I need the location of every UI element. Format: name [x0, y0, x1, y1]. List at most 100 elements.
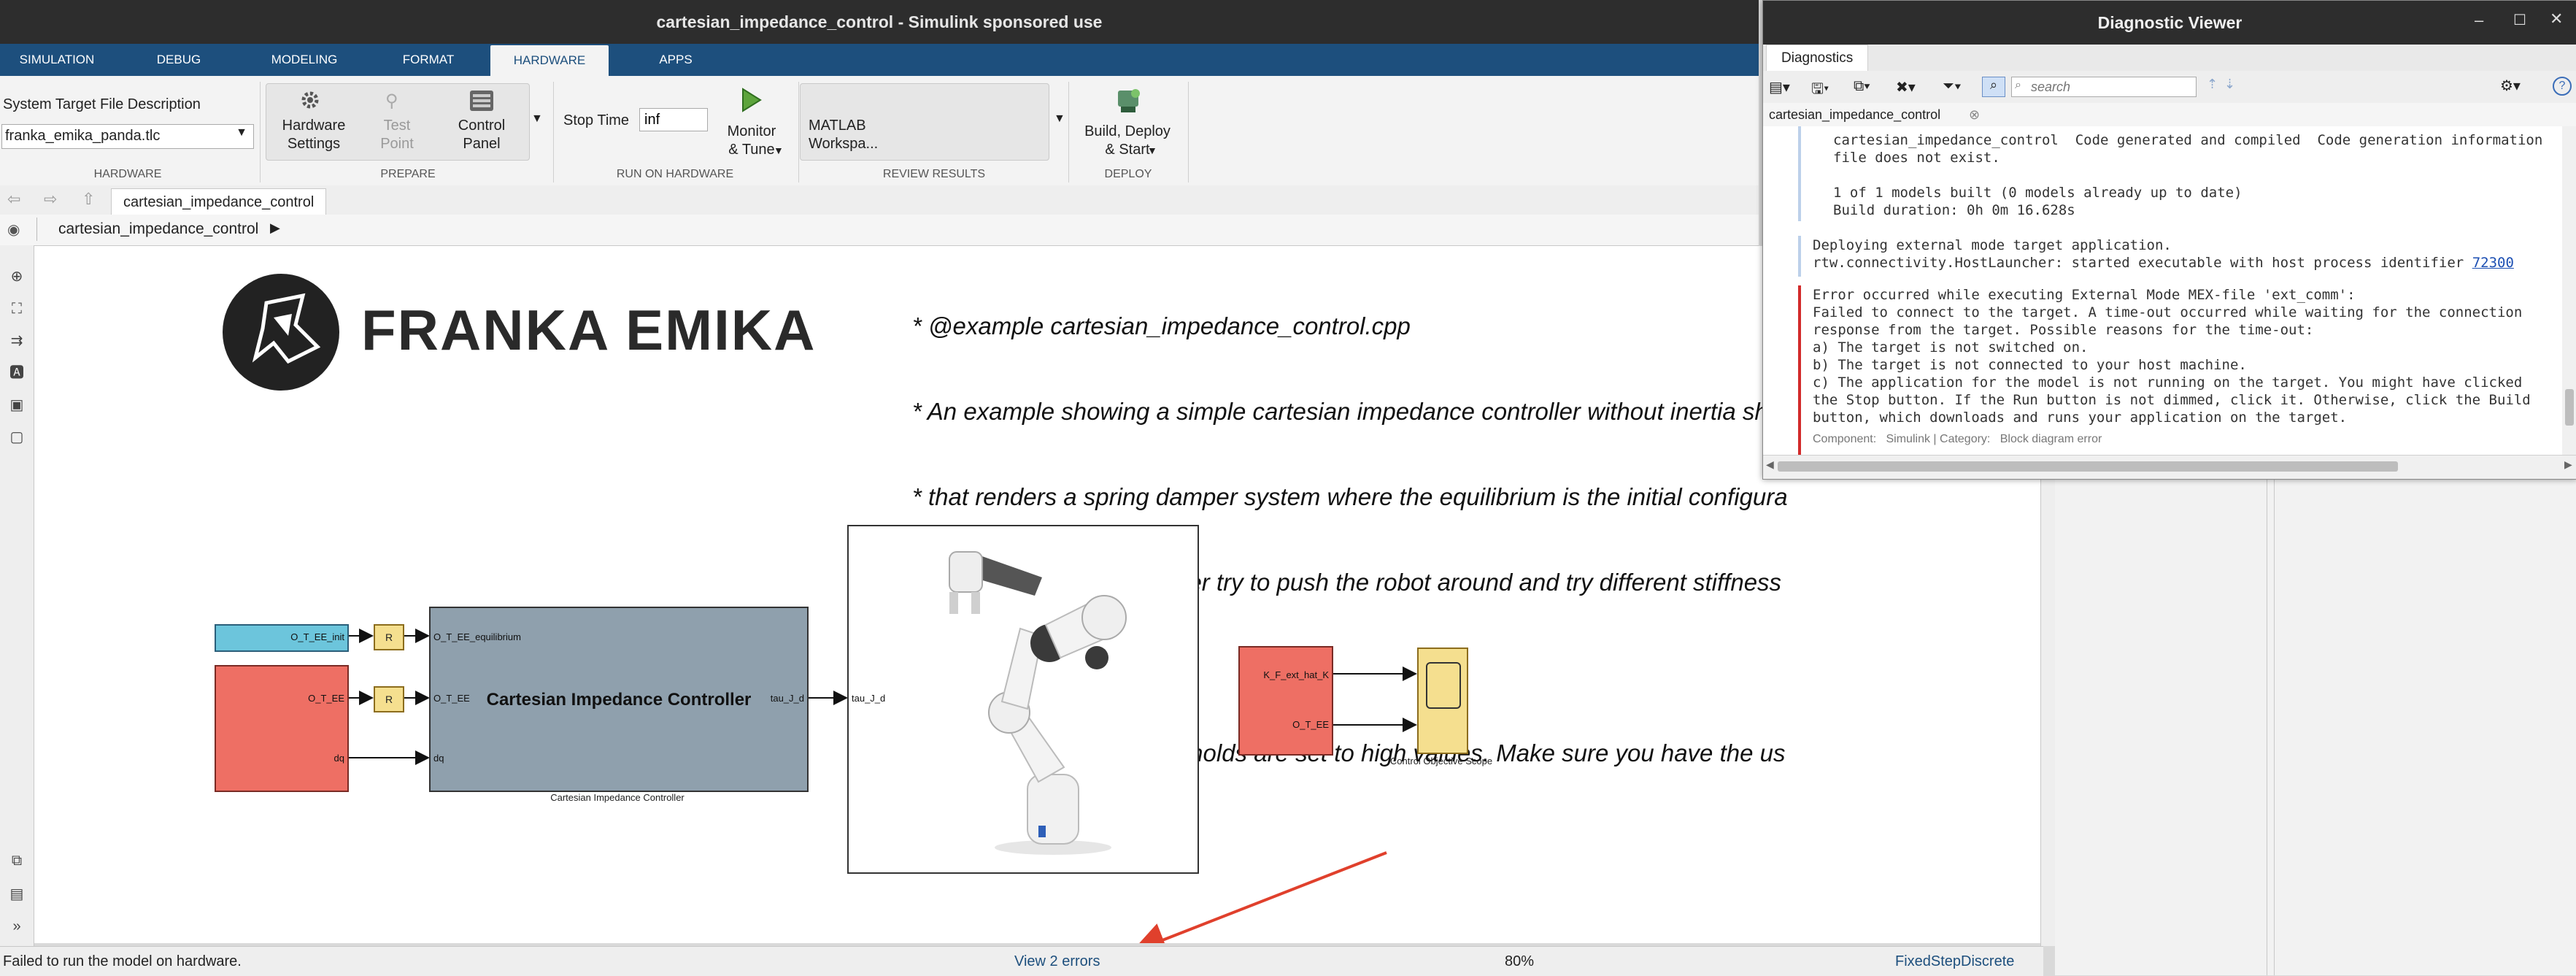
help-icon[interactable]: ?	[2553, 77, 2572, 96]
window-title: cartesian_impedance_control - Simulink s…	[0, 0, 1759, 44]
diagnostic-model-tab[interactable]: cartesian_impedance_control	[1769, 103, 1940, 126]
error-line: c) The application for the model is not …	[1813, 374, 2523, 391]
minimize-icon[interactable]: –	[2475, 11, 2483, 30]
control-panel-line1: Control	[458, 118, 506, 134]
gear-icon[interactable]: ⚙▾	[2500, 77, 2521, 95]
copy-icon[interactable]: ⧉▾	[1854, 78, 1870, 95]
scroll-right-icon[interactable]: ▶	[2564, 458, 2572, 471]
area-icon[interactable]: ▢	[7, 428, 26, 447]
monitor-run-icon	[740, 88, 762, 112]
clear-icon[interactable]: ✖▾	[1896, 78, 1916, 96]
matlab-workspace-line1: MATLAB	[809, 118, 866, 134]
rate-transition-block[interactable]: R	[374, 624, 404, 650]
test-point-icon: ⚲	[385, 91, 398, 111]
diagnostic-vscrollbar[interactable]	[2562, 126, 2576, 455]
tab-format[interactable]: FORMAT	[385, 44, 472, 76]
error-line: Failed to connect to the target. A time-…	[1813, 304, 2523, 320]
hardware-settings-button[interactable]: Hardware Settings	[270, 117, 358, 153]
error-line: b) The target is not connected to your h…	[1813, 357, 2247, 373]
tab-apps[interactable]: APPS	[639, 44, 712, 76]
robot-block[interactable]: tau_J_d	[847, 525, 1199, 874]
robot-state-block[interactable]: O_T_EE dq	[215, 665, 349, 792]
explorer-icon[interactable]: ▤	[7, 885, 26, 904]
filter-icon[interactable]: ⏷▾	[1943, 78, 1962, 95]
zoom-icon[interactable]: ⊕	[7, 267, 26, 286]
diagnostic-hscrollbar[interactable]: ◀ ▶	[1763, 455, 2576, 479]
search-box[interactable]: ⌕	[2011, 77, 2197, 97]
test-point-line2: Point	[380, 136, 414, 152]
port-label: O_T_EE	[308, 693, 344, 704]
pid-link[interactable]: 72300	[2472, 255, 2514, 271]
stf-value: franka_emika_panda.tlc	[5, 128, 161, 144]
component-line: Component: Simulink | Category: Block di…	[1813, 433, 2102, 445]
objective-block[interactable]: K_F_ext_hat_K O_T_EE	[1238, 646, 1333, 756]
scope-block[interactable]	[1417, 648, 1468, 754]
forward-icon[interactable]: ⇨	[44, 190, 57, 209]
fit-view-icon[interactable]: ⛶	[7, 299, 26, 318]
message-line: cartesian_impedance_control Code generat…	[1833, 132, 2543, 148]
search-input[interactable]	[2029, 78, 2193, 96]
o-t-ee-init-block[interactable]: O_T_EE_init	[215, 624, 349, 652]
up-icon[interactable]: ⇧	[82, 190, 95, 209]
chevron-down-icon[interactable]: ▼	[1147, 145, 1157, 156]
diagnostic-viewer-window: Diagnostic Viewer – ☐ ✕ Diagnostics ▤▾ 🖫…	[1762, 0, 2576, 480]
test-point-button[interactable]: Test Point	[360, 117, 433, 153]
build-deploy-button[interactable]: Build, Deploy & Start	[1073, 123, 1182, 159]
scroll-thumb[interactable]	[2565, 389, 2574, 426]
review-expand-icon[interactable]: ▼	[1054, 112, 1065, 126]
breadcrumb-model[interactable]: cartesian_impedance_control	[58, 220, 258, 238]
divider	[798, 82, 799, 182]
message-line: rtw.connectivity.HostLauncher: started e…	[1813, 255, 2514, 271]
port-label: dq	[433, 753, 444, 764]
section-run-on-hardware: RUN ON HARDWARE	[616, 168, 734, 180]
scroll-thumb[interactable]	[1778, 461, 2398, 472]
maximize-icon[interactable]: ☐	[2513, 11, 2526, 29]
model-canvas[interactable]: FRANKA EMIKA * @example cartesian_impeda…	[34, 246, 2043, 943]
divider	[36, 218, 37, 241]
message-line: 1 of 1 models built (0 models already up…	[1833, 185, 2243, 201]
screenshot-icon[interactable]: ⧉	[7, 851, 26, 870]
control-panel-button[interactable]: Control Panel	[444, 117, 520, 153]
port-label: O_T_EE	[1292, 719, 1329, 730]
rate-transition-block[interactable]: R	[374, 686, 404, 712]
scope-screen-icon	[1426, 662, 1461, 709]
stop-time-input[interactable]	[639, 108, 708, 131]
divider	[1188, 82, 1189, 182]
chevron-right-icon[interactable]: ▶	[270, 220, 280, 236]
section-prepare: PREPARE	[380, 168, 436, 180]
group-icon[interactable]: ▤▾	[1769, 78, 1790, 96]
close-icon[interactable]: ✕	[2550, 9, 2563, 28]
diagnostic-model-tab-row: cartesian_impedance_control ⊗	[1763, 103, 2576, 127]
arrow-up-icon[interactable]: ⇡	[2207, 77, 2218, 92]
expand-icon[interactable]: »	[7, 917, 26, 936]
highlight-icon[interactable]: ⌕	[1982, 77, 2005, 97]
block-label: O_T_EE_init	[290, 631, 344, 642]
block-palette: ⊕ ⛶ ⇉ 🅰 ▣ ▢ ⧉ ▤ »	[0, 245, 34, 946]
tab-hardware[interactable]: HARDWARE	[490, 45, 609, 76]
text-annotation-icon[interactable]: 🅰	[7, 364, 26, 383]
solver-link[interactable]: FixedStepDiscrete	[1895, 947, 2014, 976]
back-icon[interactable]: ⇦	[7, 190, 20, 209]
tab-simulation[interactable]: SIMULATION	[0, 44, 114, 76]
cartesian-impedance-controller-block[interactable]: O_T_EE_equilibrium O_T_EE dq Cartesian I…	[429, 607, 809, 792]
tab-modeling[interactable]: MODELING	[257, 44, 352, 76]
chevron-down-icon[interactable]: ▼	[774, 145, 784, 156]
port-label: O_T_EE_equilibrium	[433, 631, 521, 642]
model-browser-icon[interactable]: ◉	[7, 220, 20, 239]
arrow-icon[interactable]: ⇉	[7, 331, 26, 350]
tab-debug[interactable]: DEBUG	[135, 44, 223, 76]
diagnostic-viewer-title: Diagnostic Viewer	[1763, 1, 2576, 45]
scroll-left-icon[interactable]: ◀	[1766, 458, 1774, 471]
block-label: R	[385, 631, 393, 643]
error-line: the Stop button. If the Run button is no…	[1813, 392, 2531, 408]
prepare-expand-icon[interactable]: ▼	[531, 112, 543, 126]
matlab-workspace-button[interactable]: MATLAB Workspa...	[809, 117, 896, 153]
model-tab[interactable]: cartesian_impedance_control	[111, 188, 327, 215]
save-icon[interactable]: 🖫▾	[1811, 78, 1829, 103]
image-icon[interactable]: ▣	[7, 396, 26, 415]
arrow-down-icon[interactable]: ⇣	[2224, 77, 2235, 92]
close-icon[interactable]: ⊗	[1969, 103, 1980, 126]
stf-dropdown[interactable]: franka_emika_panda.tlc ▼	[1, 124, 254, 149]
view-errors-link[interactable]: View 2 errors	[1014, 947, 1100, 976]
tab-diagnostics[interactable]: Diagnostics	[1766, 45, 1869, 72]
